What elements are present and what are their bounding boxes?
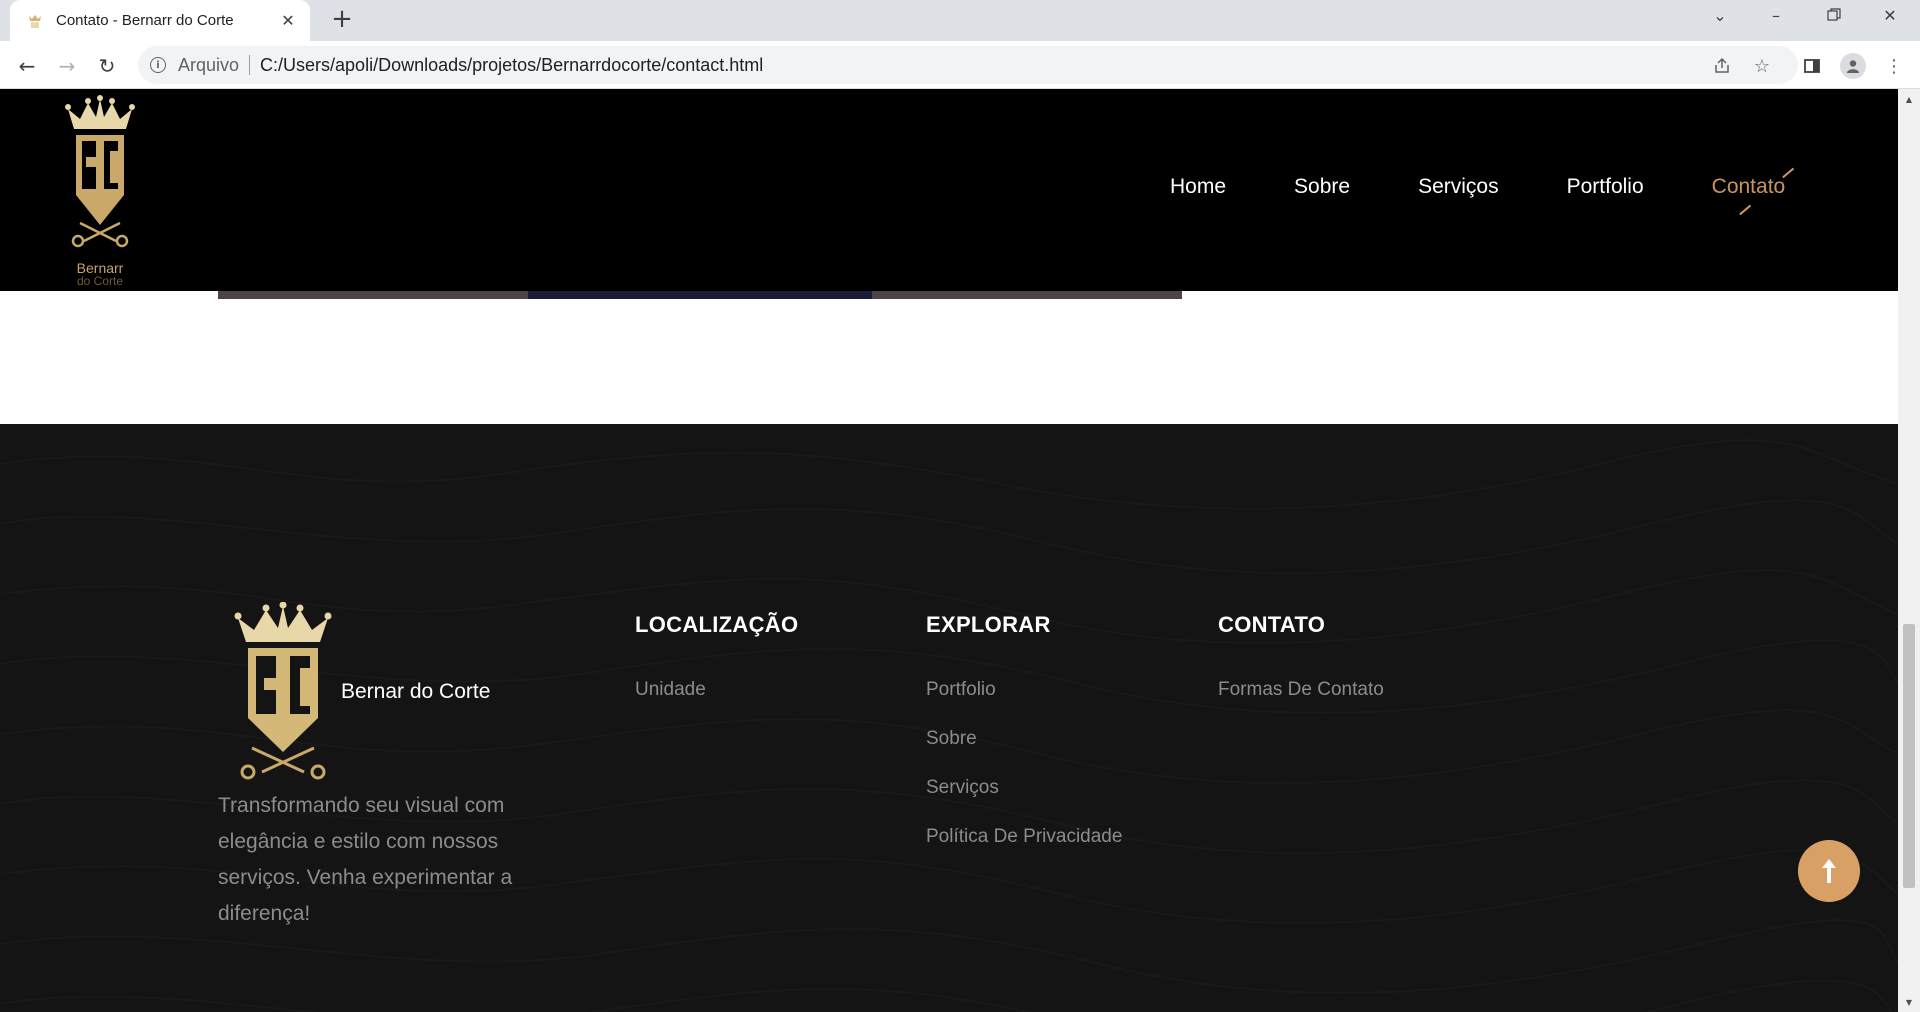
- header-brand-logo[interactable]: Bernarr do Corte: [60, 95, 140, 288]
- footer-column-explorar: EXPLORAR Portfolio Sobre Serviços Políti…: [926, 612, 1122, 861]
- crown-bc-logo-icon: [65, 95, 135, 248]
- active-nav-accent-top: [1782, 167, 1794, 178]
- nav-portfolio[interactable]: Portfolio: [1567, 175, 1644, 199]
- tab-search-chevron-icon[interactable]: ⌄: [1692, 0, 1748, 30]
- footer-column-title: LOCALIZAÇÃO: [635, 612, 799, 637]
- bookmark-star-icon[interactable]: ☆: [1750, 54, 1774, 78]
- nav-servicos[interactable]: Serviços: [1418, 175, 1499, 199]
- close-window-icon[interactable]: ✕: [1862, 0, 1918, 30]
- footer-column-title: CONTATO: [1218, 612, 1326, 637]
- scroll-to-top-button[interactable]: [1798, 840, 1860, 902]
- footer-link-portfolio[interactable]: Portfolio: [926, 665, 1122, 714]
- url-text[interactable]: C:/Users/apoli/Downloads/projetos/Bernar…: [260, 55, 763, 76]
- image-strip-left: [218, 291, 528, 299]
- restore-window-icon[interactable]: [1806, 0, 1862, 30]
- header-brand-subtitle: do Corte: [76, 274, 124, 288]
- site-header: Bernarr do Corte Home Sobre Serviços Por…: [0, 89, 1898, 291]
- nav-contato[interactable]: Contato: [1712, 175, 1786, 199]
- reload-icon[interactable]: ↻: [90, 49, 124, 83]
- browser-tab-active[interactable]: Contato - Bernarr do Corte ✕: [10, 0, 310, 41]
- footer-brand-name: Bernar do Corte: [341, 680, 491, 703]
- new-tab-button[interactable]: +: [326, 4, 358, 36]
- back-arrow-icon[interactable]: ←: [10, 49, 44, 83]
- browser-menu-icon[interactable]: ⋮: [1882, 54, 1906, 78]
- share-icon[interactable]: [1710, 54, 1734, 78]
- minimize-window-icon[interactable]: –: [1748, 0, 1804, 30]
- omnibox-file-label: Arquivo: [178, 54, 240, 75]
- footer-column-title: EXPLORAR: [926, 612, 1051, 637]
- profile-avatar-icon[interactable]: [1840, 53, 1866, 79]
- footer-tagline: Transformando seu visual com elegância e…: [218, 794, 513, 925]
- browser-tab-strip: Contato - Bernarr do Corte ✕ + ⌄ – ✕: [0, 0, 1920, 41]
- nav-home[interactable]: Home: [1170, 175, 1226, 199]
- side-panel-icon[interactable]: [1800, 54, 1824, 78]
- image-strip-right: [872, 291, 1182, 299]
- scroll-down-arrow-icon[interactable]: ▼: [1898, 994, 1920, 1010]
- footer-brand-logo[interactable]: [228, 602, 338, 782]
- tab-close-icon[interactable]: ✕: [278, 11, 298, 30]
- footer-column-localizacao: LOCALIZAÇÃO Unidade: [635, 612, 798, 714]
- forward-arrow-icon[interactable]: →: [50, 49, 84, 83]
- footer-link-unidade[interactable]: Unidade: [635, 665, 798, 714]
- page-scrollbar[interactable]: ▲ ▼: [1898, 89, 1920, 1012]
- site-favicon-icon: [29, 14, 41, 28]
- nav-sobre[interactable]: Sobre: [1294, 175, 1350, 199]
- header-brand-name: Bernarr: [76, 260, 124, 276]
- tab-title: Contato - Bernarr do Corte: [56, 12, 234, 29]
- address-bar[interactable]: i Arquivo C:/Users/apoli/Downloads/proje…: [138, 46, 1798, 84]
- site-info-icon[interactable]: i: [150, 57, 166, 73]
- footer-link-politica-privacidade[interactable]: Política De Privacidade: [926, 812, 1122, 861]
- active-nav-accent-bottom: [1739, 204, 1751, 215]
- footer-link-sobre[interactable]: Sobre: [926, 714, 1122, 763]
- omnibox-separator: [249, 55, 251, 75]
- footer-link-servicos[interactable]: Serviços: [926, 763, 1122, 812]
- image-strip-center: [528, 291, 872, 299]
- browser-toolbar: ← → ↻ i Arquivo C:/Users/apoli/Downloads…: [0, 41, 1920, 89]
- main-navigation: Home Sobre Serviços Portfolio Contato: [1170, 175, 1785, 199]
- arrow-up-icon: [1822, 859, 1836, 883]
- scroll-up-arrow-icon[interactable]: ▲: [1898, 91, 1920, 107]
- page-viewport: Bernarr do Corte Home Sobre Serviços Por…: [0, 89, 1898, 1012]
- footer-column-contato: CONTATO Formas De Contato: [1218, 612, 1384, 714]
- footer-link-formas-contato[interactable]: Formas De Contato: [1218, 665, 1384, 714]
- scrollbar-thumb[interactable]: [1903, 624, 1915, 888]
- site-footer: Bernar do Corte Transformando seu visual…: [0, 424, 1898, 1012]
